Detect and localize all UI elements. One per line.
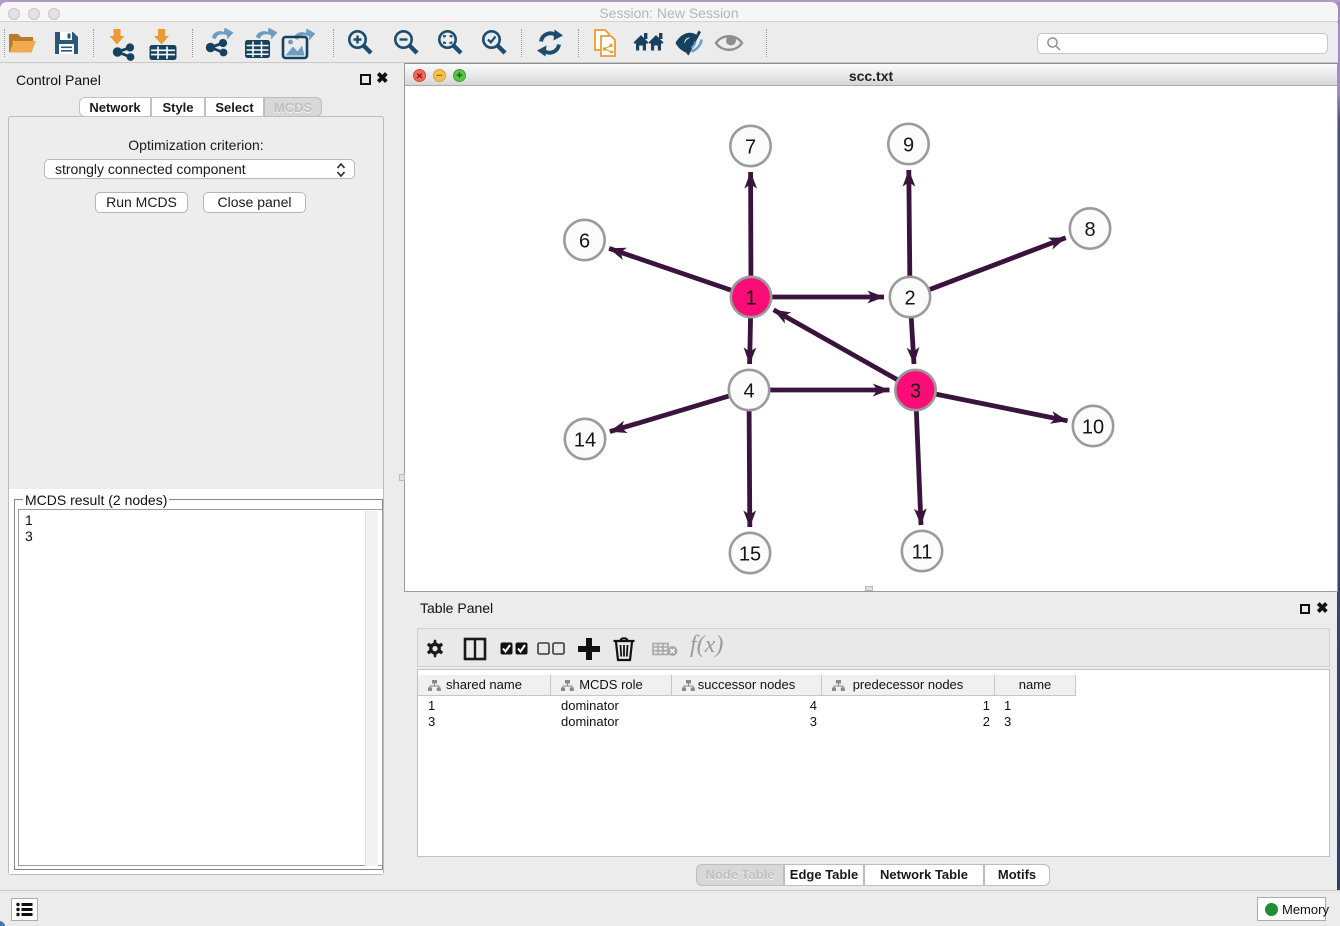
svg-text:1: 1: [745, 288, 756, 310]
svg-text:2: 2: [904, 288, 915, 310]
svg-text:3: 3: [910, 381, 921, 403]
svg-text:9: 9: [903, 135, 914, 157]
svg-text:8: 8: [1084, 219, 1095, 241]
svg-text:11: 11: [912, 542, 933, 564]
svg-text:15: 15: [739, 544, 761, 566]
svg-text:6: 6: [579, 231, 590, 253]
svg-text:10: 10: [1082, 417, 1104, 439]
svg-text:4: 4: [743, 381, 754, 403]
svg-text:7: 7: [745, 137, 756, 159]
svg-text:14: 14: [574, 430, 596, 452]
